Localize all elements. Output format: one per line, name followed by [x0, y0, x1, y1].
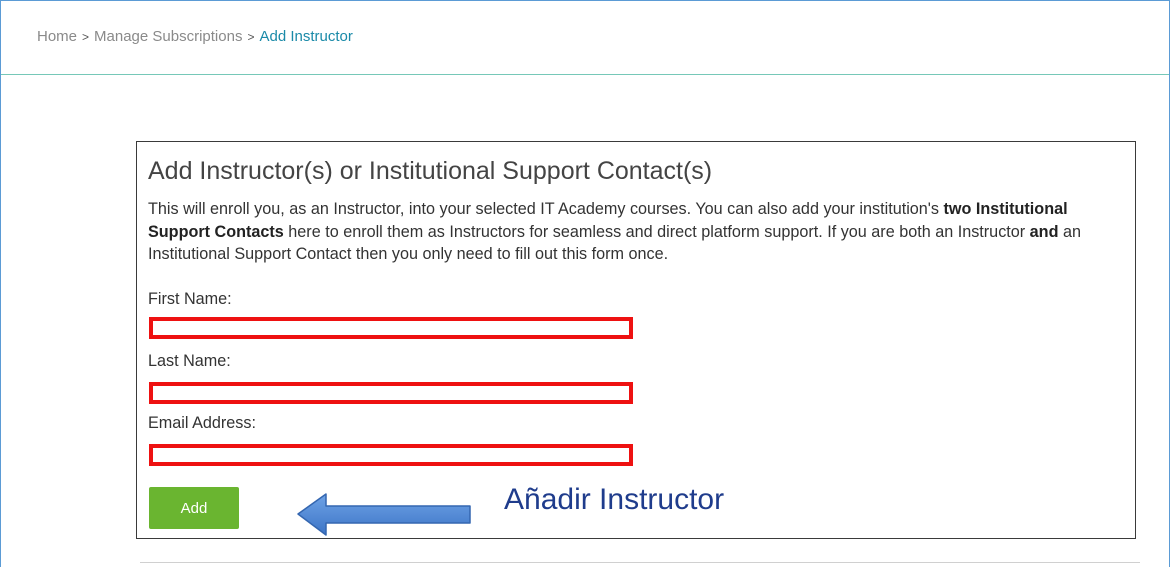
first-name-label: First Name: [148, 290, 232, 308]
add-button[interactable]: Add [149, 487, 239, 529]
left-arrow-icon [297, 493, 471, 536]
divider [140, 562, 1140, 563]
breadcrumb: Home > Manage Subscriptions > Add Instructor [37, 28, 353, 45]
email-label: Email Address: [148, 414, 256, 432]
breadcrumb-manage-subscriptions[interactable]: Manage Subscriptions [94, 28, 242, 45]
add-instructor-form: Add Instructor(s) or Institutional Suppo… [136, 141, 1136, 539]
form-intro: This will enroll you, as an Instructor, … [148, 198, 1126, 266]
last-name-input[interactable] [149, 382, 633, 404]
breadcrumb-bar: Home > Manage Subscriptions > Add Instructor [1, 1, 1169, 75]
breadcrumb-current: Add Instructor [259, 28, 353, 45]
form-title: Add Instructor(s) or Institutional Suppo… [148, 157, 713, 185]
email-input[interactable] [149, 444, 633, 466]
intro-text: This will enroll you, as an Instructor, … [148, 200, 944, 218]
breadcrumb-home[interactable]: Home [37, 28, 77, 45]
last-name-label: Last Name: [148, 352, 231, 370]
breadcrumb-separator: > [82, 30, 90, 44]
intro-bold-and: and [1029, 222, 1059, 241]
intro-text: here to enroll them as Instructors for s… [283, 222, 1030, 241]
breadcrumb-separator: > [247, 30, 255, 44]
first-name-input[interactable] [149, 317, 633, 339]
annotation-label: Añadir Instructor [504, 483, 725, 516]
